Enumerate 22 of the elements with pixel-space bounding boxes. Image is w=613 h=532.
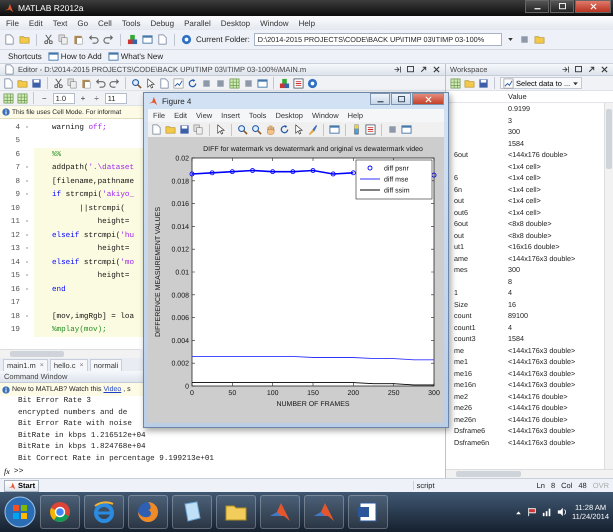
menu-item[interactable]: Window [260,18,289,28]
folder-label: Current Folder: [196,35,250,44]
increment-button[interactable]: + [78,94,88,102]
function-browser-button[interactable]: fx [4,467,10,476]
shortcuts-label: Shortcuts [8,52,42,61]
menu-item[interactable]: Parallel [184,18,211,28]
menu-item[interactable]: Go [77,18,88,28]
window-title: Figure 4 [162,96,192,106]
decrement-button[interactable]: − [39,94,50,102]
menu-item[interactable]: Debug [150,18,174,28]
divide-button[interactable]: ÷ [91,94,102,102]
menu-item[interactable]: Cell [98,18,112,28]
menu-item[interactable]: Tools [122,18,140,28]
menu-item[interactable]: Text [52,18,68,28]
command-prompt[interactable]: >> [14,467,24,476]
shortcut-link[interactable]: How to Add [60,52,102,61]
shortcut-link[interactable]: What's New [120,52,164,61]
menu-item[interactable]: Edit [28,18,43,28]
menu-item[interactable]: Help [298,18,316,28]
menu-item[interactable]: Desktop [220,18,250,28]
window-title: MATLAB R2012a [18,3,85,13]
menu-item[interactable]: File [6,18,19,28]
